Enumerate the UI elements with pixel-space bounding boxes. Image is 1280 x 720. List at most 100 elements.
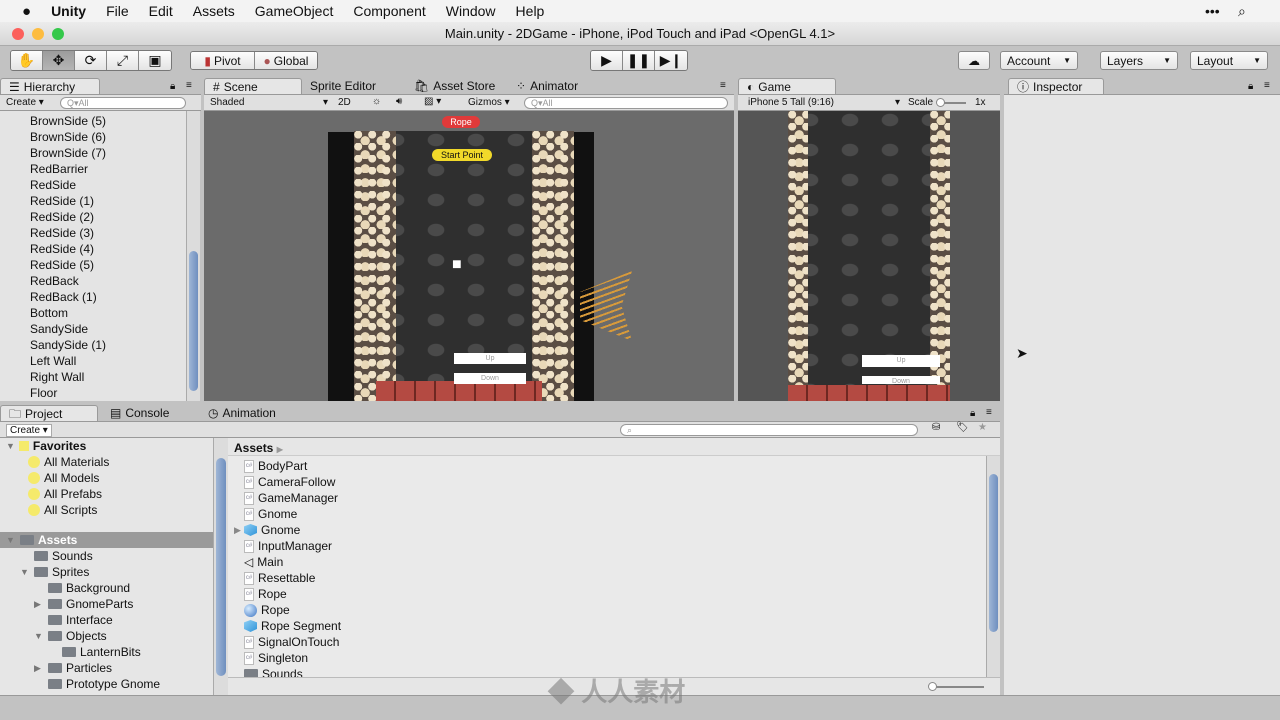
expand-arrow-icon[interactable]: ▶ bbox=[234, 522, 241, 538]
hierarchy-item[interactable]: BrownSide (7) bbox=[30, 145, 106, 161]
gizmos-dropdown[interactable]: Gizmos ▾ bbox=[468, 97, 510, 108]
scale-slider-handle[interactable] bbox=[936, 98, 945, 107]
play-button[interactable]: ▶ bbox=[591, 51, 623, 70]
asset-item[interactable]: c# SignalOnTouch bbox=[244, 634, 986, 650]
hierarchy-item[interactable]: RedSide (1) bbox=[30, 193, 106, 209]
step-button[interactable]: ▶❙ bbox=[655, 51, 687, 70]
tab-inspector[interactable]: ⓘ Inspector bbox=[1008, 78, 1104, 95]
scroll-thumb[interactable] bbox=[989, 474, 998, 632]
hierarchy-item[interactable]: RedSide bbox=[30, 177, 106, 193]
asset-item[interactable]: c# BodyPart bbox=[244, 458, 986, 474]
hierarchy-item[interactable]: Right Wall bbox=[30, 369, 106, 385]
cloud-button[interactable]: ☁ bbox=[958, 51, 990, 70]
lock-icon[interactable]: 🔒︎ bbox=[1248, 81, 1253, 92]
folder-tree-item[interactable]: ▶ Particles bbox=[0, 660, 213, 676]
hierarchy-item[interactable]: RedBarrier bbox=[30, 161, 106, 177]
camera-gizmo-icon[interactable]: ■ bbox=[452, 256, 462, 274]
scale-tool-icon[interactable]: ⤢ bbox=[107, 51, 139, 70]
up-button-preview[interactable]: Up bbox=[454, 353, 526, 364]
hierarchy-scrollbar[interactable] bbox=[186, 111, 200, 401]
expand-arrow-icon[interactable]: ▼ bbox=[6, 532, 16, 548]
asset-item[interactable]: c# Gnome bbox=[244, 506, 986, 522]
asset-item[interactable]: c# Singleton bbox=[244, 650, 986, 666]
panel-menu-icon[interactable]: ≡ bbox=[1264, 80, 1270, 91]
tab-console[interactable]: ▤ Console bbox=[102, 405, 177, 422]
tab-scene[interactable]: # Scene bbox=[204, 78, 302, 95]
menu-file[interactable]: File bbox=[106, 3, 129, 19]
folder-tree-item[interactable]: LanternBits bbox=[0, 644, 213, 660]
icon-size-slider[interactable] bbox=[932, 686, 984, 688]
hierarchy-item[interactable]: Left Wall bbox=[30, 353, 106, 369]
scene-search-input[interactable]: Q▾All bbox=[524, 97, 728, 109]
pivot-button[interactable]: ▮ Pivot bbox=[191, 52, 255, 69]
asset-item[interactable]: c# GameManager bbox=[244, 490, 986, 506]
hierarchy-item[interactable]: RedBack (1) bbox=[30, 289, 106, 305]
move-tool-icon[interactable]: ✥ bbox=[43, 51, 75, 70]
hierarchy-item[interactable]: BrownSide (6) bbox=[30, 129, 106, 145]
hierarchy-item[interactable]: SandySide bbox=[30, 321, 106, 337]
tab-animation[interactable]: ◷ Animation bbox=[200, 405, 284, 422]
tab-sprite-editor[interactable]: Sprite Editor bbox=[302, 78, 384, 95]
expand-arrow-icon[interactable]: ▼ bbox=[20, 564, 30, 580]
project-search-input[interactable]: ⌕ bbox=[620, 424, 918, 436]
aspect-dropdown[interactable]: iPhone 5 Tall (9:16) ▾ bbox=[748, 97, 900, 108]
asset-item[interactable]: c# Resettable bbox=[244, 570, 986, 586]
zoom-window-button[interactable] bbox=[52, 28, 64, 40]
favorites-item[interactable]: All Prefabs bbox=[0, 486, 213, 502]
filter-by-type-icon[interactable]: ⛁ bbox=[932, 422, 940, 433]
icon-size-slider-handle[interactable] bbox=[928, 682, 937, 691]
breadcrumb-assets[interactable]: Assets bbox=[234, 441, 273, 455]
account-dropdown[interactable]: Account ▼ bbox=[1000, 51, 1078, 70]
2d-toggle[interactable]: 2D bbox=[338, 97, 351, 108]
expand-arrow-icon[interactable]: ▶ bbox=[34, 596, 44, 612]
folder-tree-item[interactable]: ▼ Assets bbox=[0, 532, 213, 548]
menu-edit[interactable]: Edit bbox=[149, 3, 173, 19]
down-button[interactable]: Down bbox=[862, 376, 940, 385]
up-button[interactable]: Up bbox=[862, 355, 940, 367]
favorites-item[interactable]: All Models bbox=[0, 470, 213, 486]
filter-by-label-icon[interactable]: 🏷︎ bbox=[956, 422, 969, 433]
game-view[interactable]: Up Down bbox=[738, 111, 1000, 401]
layout-dropdown[interactable]: Layout ▼ bbox=[1190, 51, 1268, 70]
hierarchy-search-input[interactable]: Q▾All bbox=[60, 97, 186, 109]
panel-menu-icon[interactable]: ≡ bbox=[720, 80, 726, 91]
spotlight-search-icon[interactable]: ⌕ bbox=[1238, 3, 1246, 20]
more-icon[interactable]: ••• bbox=[1205, 3, 1220, 19]
expand-arrow-icon[interactable]: ▶ bbox=[34, 660, 44, 676]
favorite-star-icon[interactable]: ★ bbox=[978, 422, 987, 433]
lock-icon[interactable]: 🔒︎ bbox=[170, 81, 175, 92]
panel-menu-icon[interactable]: ≡ bbox=[986, 407, 992, 418]
asset-item[interactable]: Rope bbox=[244, 602, 986, 618]
effects-toggle-icon[interactable]: ▨ ▾ bbox=[424, 96, 441, 107]
asset-item[interactable]: c# CameraFollow bbox=[244, 474, 986, 490]
hierarchy-item[interactable]: RedBack bbox=[30, 273, 106, 289]
hierarchy-item[interactable]: RedSide (3) bbox=[30, 225, 106, 241]
panel-menu-icon[interactable]: ≡ bbox=[186, 80, 192, 91]
tab-asset-store[interactable]: 🛍︎ Asset Store bbox=[406, 78, 503, 95]
layers-dropdown[interactable]: Layers ▼ bbox=[1100, 51, 1178, 70]
create-dropdown[interactable]: Create ▾ bbox=[6, 424, 52, 437]
tab-project[interactable]: 🗀 Project bbox=[0, 405, 98, 422]
hand-tool-icon[interactable]: ✋ bbox=[11, 51, 43, 70]
hierarchy-item[interactable]: Floor bbox=[30, 385, 106, 401]
global-button[interactable]: ● Global bbox=[255, 52, 317, 69]
project-tree-scrollbar[interactable] bbox=[213, 438, 228, 695]
hierarchy-item[interactable]: SandySide (1) bbox=[30, 337, 106, 353]
asset-item[interactable]: ▶ Gnome bbox=[234, 522, 986, 538]
rope-label[interactable]: Rope bbox=[442, 116, 480, 128]
start-point-label[interactable]: Start Point bbox=[432, 149, 492, 161]
asset-list-scrollbar[interactable] bbox=[986, 456, 1000, 677]
hierarchy-item[interactable]: RedSide (2) bbox=[30, 209, 106, 225]
hierarchy-item[interactable]: RedSide (5) bbox=[30, 257, 106, 273]
folder-tree-item[interactable]: ▼ Objects bbox=[0, 628, 213, 644]
audio-toggle-icon[interactable]: 🔊︎ bbox=[396, 96, 402, 107]
tab-animator[interactable]: ⁘ Animator bbox=[508, 78, 586, 95]
menu-window[interactable]: Window bbox=[446, 3, 496, 19]
create-dropdown[interactable]: Create ▾ bbox=[6, 97, 44, 108]
asset-item[interactable]: c# Rope bbox=[244, 586, 986, 602]
hierarchy-item[interactable]: Bottom bbox=[30, 305, 106, 321]
favorites-item[interactable]: All Materials bbox=[0, 454, 213, 470]
scene-view[interactable]: Rope Start Point ■ Up Down bbox=[204, 111, 734, 401]
favorites-item[interactable]: All Scripts bbox=[0, 502, 213, 518]
folder-tree-item[interactable]: Background bbox=[0, 580, 213, 596]
